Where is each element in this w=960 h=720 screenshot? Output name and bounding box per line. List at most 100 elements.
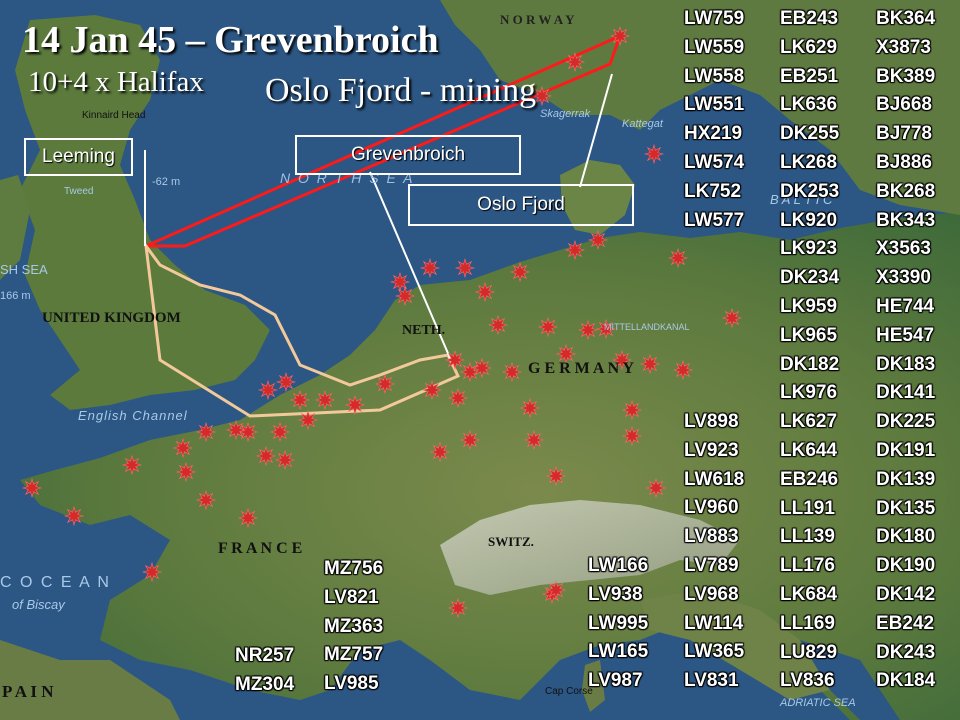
target-marker-icon (519, 397, 541, 419)
aircraft-serial: DK135 (876, 497, 936, 519)
aircraft-serial: LV985 (324, 673, 379, 695)
target-marker-icon (523, 429, 545, 451)
aircraft-serial: LW166 (588, 555, 649, 576)
aircraft-serial: BK389 (876, 65, 936, 87)
aircraft-serial: LV883 (684, 526, 739, 548)
target-marker-icon (611, 349, 633, 371)
target-marker-icon (643, 143, 665, 165)
aircraft-serial: LK644 (780, 440, 838, 461)
aircraft-serial: LK636 (780, 94, 838, 116)
aircraft-serial: MZ363 (324, 615, 384, 637)
aircraft-serial: NR257 (235, 645, 295, 666)
target-marker-icon (389, 271, 411, 293)
target-marker-icon (672, 359, 694, 381)
target-marker-icon (314, 389, 336, 411)
aircraft-serial: LW114 (684, 612, 744, 634)
aircraft-serial: LW759 (684, 8, 745, 29)
aircraft-serial: LW165 (588, 641, 649, 663)
aircraft-serial: LL139 (780, 526, 835, 548)
target-marker-icon (141, 561, 163, 583)
aircraft-serial: HE547 (876, 324, 935, 346)
aircraft-serial: EB246 (780, 468, 839, 490)
target-marker-icon (447, 387, 469, 409)
aircraft-serial: LK627 (780, 411, 838, 433)
target-marker-icon (501, 361, 523, 383)
target-marker-icon (289, 389, 311, 411)
target-marker-icon (595, 318, 617, 340)
oslo-fjord-label-box: Oslo Fjord (408, 184, 634, 226)
target-marker-icon (545, 579, 567, 601)
aircraft-serial: LV831 (684, 670, 739, 692)
target-title: Oslo Fjord - mining (265, 72, 537, 109)
aircraft-serial: LV836 (780, 670, 835, 692)
aircraft-serial: MZ304 (235, 673, 295, 695)
target-marker-icon (63, 505, 85, 527)
target-marker-icon (444, 349, 466, 371)
target-marker-icon (374, 373, 396, 395)
aircraft-serial: LL169 (780, 612, 835, 634)
aircraft-serial: LK965 (780, 324, 838, 346)
aircraft-serial: MZ756 (324, 558, 384, 579)
target-marker-icon (721, 307, 743, 329)
target-marker-icon (172, 437, 194, 459)
aircraft-serial: X3873 (876, 36, 931, 58)
target-marker-icon (564, 239, 586, 261)
aircraft-serial: X3390 (876, 267, 931, 289)
page-title: 14 Jan 45 – Grevenbroich (22, 19, 439, 61)
target-marker-icon (419, 257, 441, 279)
target-marker-icon (297, 409, 319, 431)
target-marker-icon (621, 425, 643, 447)
aircraft-serial: LL191 (780, 497, 835, 519)
aircraft-serial: LK684 (780, 584, 838, 605)
aircraft-serial: LV960 (684, 497, 739, 519)
aircraft-serial: LV938 (588, 583, 643, 605)
aircraft-serial: DK191 (876, 440, 936, 461)
aircraft-serial: BJ886 (876, 152, 932, 173)
aircraft-serial: DK180 (876, 526, 936, 548)
aircraft-serial: DK139 (876, 468, 936, 490)
grevenbroich-label-box: Grevenbroich (295, 135, 521, 175)
aircraft-serial: LW995 (588, 612, 649, 634)
aircraft-serial: LW574 (684, 152, 745, 173)
aircraft-serial: LW551 (684, 94, 745, 116)
target-marker-icon (195, 421, 217, 443)
aircraft-serial: LW365 (684, 641, 745, 663)
aircraft-serial: DK255 (780, 123, 840, 145)
aircraft-serial: LV923 (684, 439, 739, 461)
aircraft-serial: LV821 (324, 586, 379, 608)
aircraft-serial: LK976 (780, 382, 838, 404)
aircraft-serial: LV968 (684, 583, 739, 605)
target-marker-icon (645, 477, 667, 499)
target-marker-icon (621, 399, 643, 421)
target-marker-icon (269, 421, 291, 443)
aircraft-serial: LL176 (780, 555, 835, 577)
target-marker-icon (545, 465, 567, 487)
aircraft-serial: MZ757 (324, 644, 384, 666)
aircraft-serial: HX219 (684, 123, 743, 145)
target-marker-icon (21, 477, 43, 499)
aircraft-serial: EB242 (876, 612, 935, 634)
target-marker-icon (555, 343, 577, 365)
aircraft-serial: BJ778 (876, 123, 932, 145)
aircraft-serial: BJ668 (876, 94, 932, 116)
aircraft-serial: LK752 (684, 180, 742, 202)
target-marker-icon (537, 316, 559, 338)
aircraft-serial: DK253 (780, 180, 840, 202)
aircraft-serial: DK142 (876, 584, 936, 605)
aircraft-serial: HE744 (876, 296, 935, 317)
aircraft-serial: X3563 (876, 238, 931, 260)
aircraft-serial: DK243 (876, 641, 936, 663)
leeming-label-box: Leeming (24, 138, 133, 176)
target-marker-icon (474, 281, 496, 303)
target-marker-icon (667, 247, 689, 269)
aircraft-serial: EB243 (780, 8, 839, 29)
aircraft-serial: LV987 (588, 670, 643, 692)
target-marker-icon (344, 394, 366, 416)
target-marker-icon (471, 357, 493, 379)
aircraft-serial: LW577 (684, 209, 745, 231)
force-subtitle: 10+4 x Halifax (28, 66, 204, 98)
target-marker-icon (509, 261, 531, 283)
target-marker-icon (275, 371, 297, 393)
target-marker-icon (459, 429, 481, 451)
aircraft-serial: LK629 (780, 36, 838, 58)
